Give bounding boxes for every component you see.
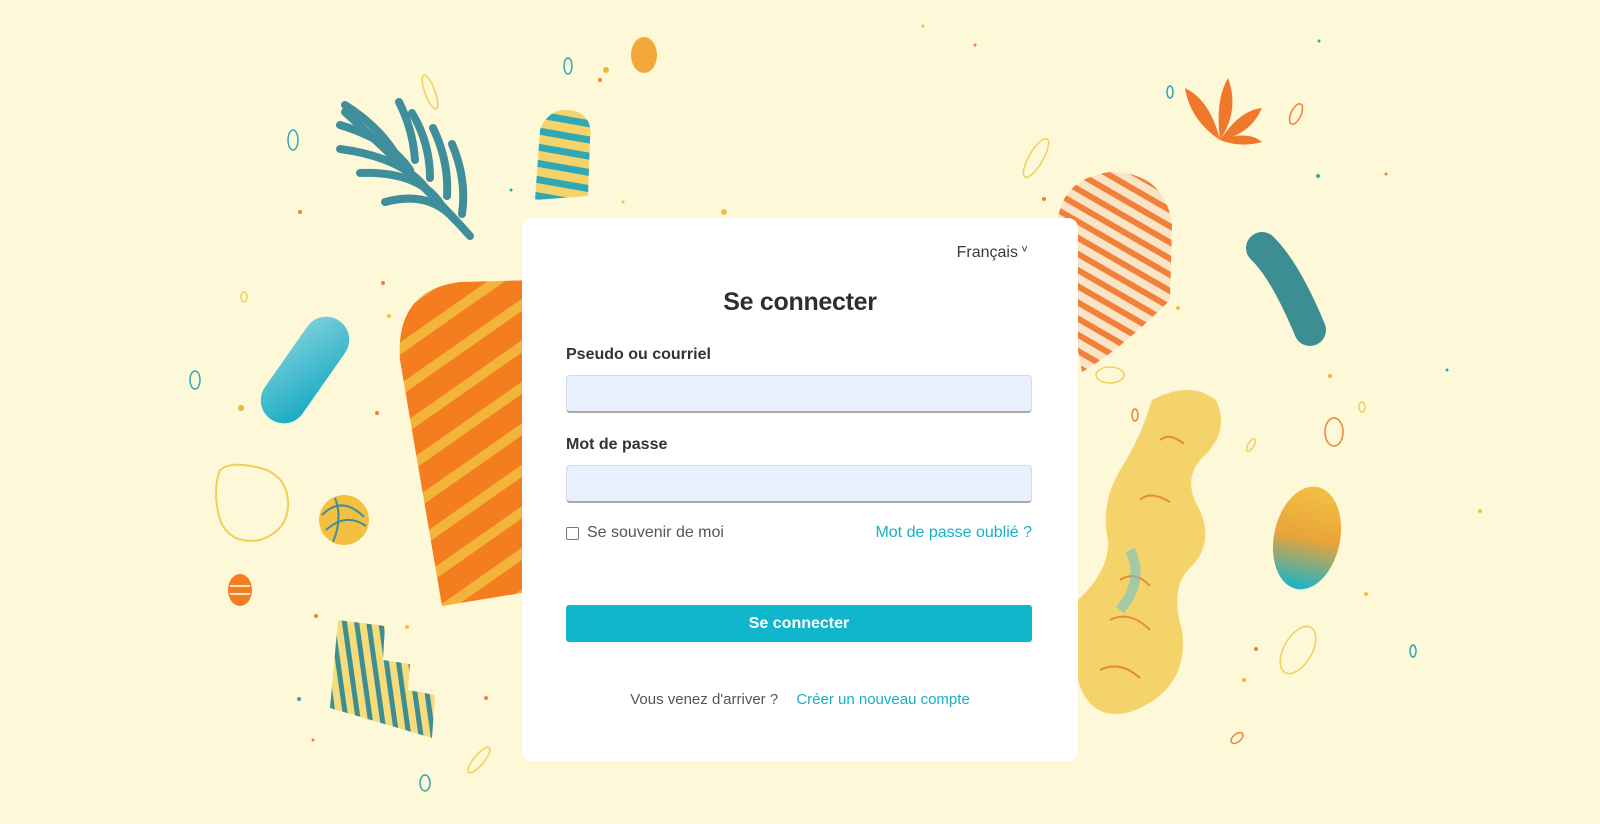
remember-me-label: Se souvenir de moi [587,524,724,541]
password-label: Mot de passe [566,436,668,453]
orange-arch-decoration [399,280,540,606]
language-label: Français [956,244,1018,261]
language-selector[interactable]: Français ˅ [956,242,1028,262]
username-label: Pseudo ou courriel [566,346,711,363]
login-card: Français ˅ Se connecter Pseudo ou courrie… [522,218,1078,762]
teal-sausage-decoration [1246,232,1326,346]
small-egg-decoration [228,574,252,606]
orange-oval-decoration [631,37,657,73]
stair-decoration [330,620,435,738]
login-page: Français ˅ Se connecter Pseudo ou courrie… [0,0,1600,824]
register-prompt: Vous venez d'arriver ? Créer un nouveau … [522,691,1078,708]
password-input[interactable] [566,465,1032,503]
forgot-password-link[interactable]: Mot de passe oublié ? [875,524,1032,542]
register-question: Vous venez d'arriver ? [630,691,779,708]
outline-blob-decoration [215,463,290,542]
register-link[interactable]: Créer un nouveau compte [796,691,969,708]
chevron-down-icon: ˅ [1020,242,1028,256]
fern-leaf-decoration [336,98,474,240]
remember-me[interactable]: Se souvenir de moi [566,524,724,542]
cyan-pill-decoration [260,316,350,424]
zebra-arch-decoration [535,109,591,200]
gradient-egg-decoration [1272,486,1342,590]
wavy-shape-decoration [1078,390,1222,714]
login-button[interactable]: Se connecter [566,605,1032,642]
orange-leaf-decoration [1185,78,1262,145]
page-title: Se connecter [723,288,877,316]
remember-me-checkbox[interactable] [566,526,579,540]
username-input[interactable] [566,375,1032,413]
